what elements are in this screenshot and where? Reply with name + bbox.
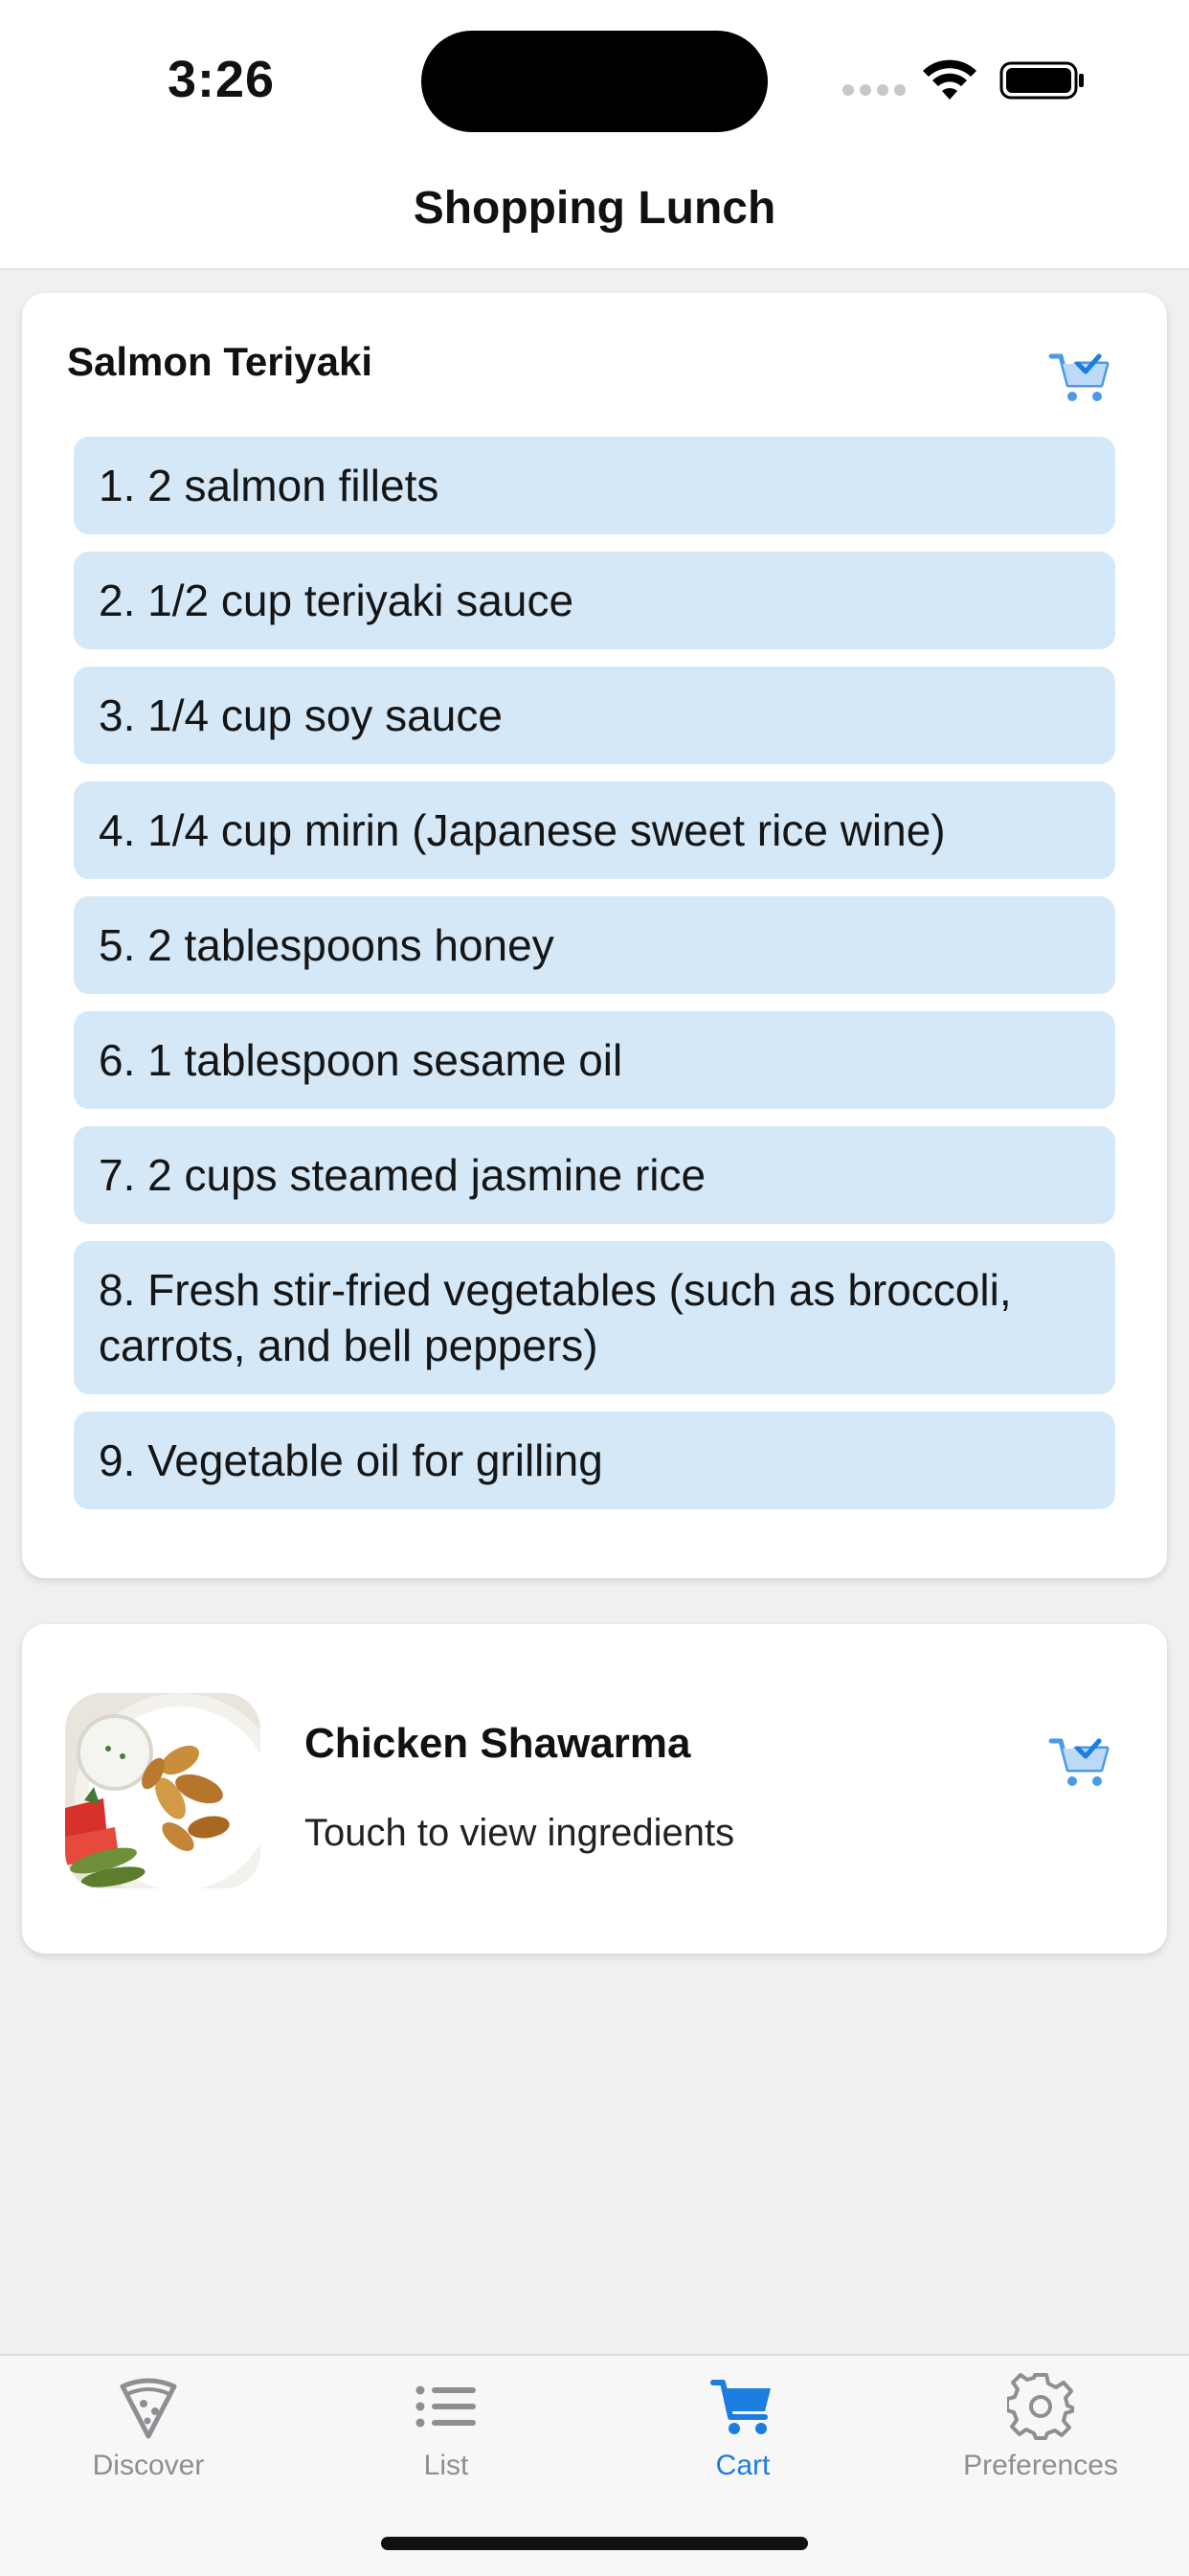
tab-label: Discover xyxy=(92,2450,205,2481)
recipe-subtitle: Touch to view ingredients xyxy=(304,1812,735,1854)
recipe-card-salmon-teriyaki[interactable]: Salmon Teriyaki 1. 2 salmon fillets 2. 1… xyxy=(22,293,1167,1578)
list-icon xyxy=(415,2385,476,2428)
ingredient-list: 1. 2 salmon fillets 2. 1/2 cup teriyaki … xyxy=(74,437,1115,1526)
battery-icon xyxy=(999,61,1084,100)
ingredient-item[interactable]: 5. 2 tablespoons honey xyxy=(74,896,1115,994)
tab-list[interactable]: List xyxy=(322,2373,571,2482)
status-time: 3:26 xyxy=(168,51,276,108)
ingredient-item[interactable]: 7. 2 cups steamed jasmine rice xyxy=(74,1126,1115,1224)
tab-label: List xyxy=(423,2450,469,2481)
ingredient-item[interactable]: 1. 2 salmon fillets xyxy=(74,437,1115,534)
dynamic-island xyxy=(421,31,768,132)
wifi-icon xyxy=(923,59,976,100)
tab-label: Preferences xyxy=(963,2450,1118,2481)
recipe-title: Salmon Teriyaki xyxy=(67,339,373,384)
recipe-thumbnail xyxy=(65,1693,260,1888)
signal-icon xyxy=(842,84,908,100)
recipe-card-chicken-shawarma[interactable]: Chicken Shawarma Touch to view ingredien… xyxy=(22,1624,1167,1954)
status-bar: 3:26 xyxy=(0,0,1189,153)
home-indicator[interactable] xyxy=(381,2537,808,2550)
pizza-slice-icon xyxy=(120,2378,177,2439)
nav-header: Shopping Lunch xyxy=(0,153,1189,270)
tab-preferences[interactable]: Preferences xyxy=(916,2373,1165,2482)
page-title: Shopping Lunch xyxy=(413,183,776,234)
gear-icon xyxy=(1007,2373,1074,2440)
ingredient-item[interactable]: 4. 1/4 cup mirin (Japanese sweet rice wi… xyxy=(74,781,1115,879)
cart-check-icon[interactable] xyxy=(1047,347,1112,404)
ingredient-item[interactable]: 8. Fresh stir-fried vegetables (such as … xyxy=(74,1241,1115,1394)
ingredient-item[interactable]: 9. Vegetable oil for grilling xyxy=(74,1412,1115,1509)
cart-check-icon[interactable] xyxy=(1047,1731,1112,1789)
tab-discover[interactable]: Discover xyxy=(24,2373,273,2482)
tab-label: Cart xyxy=(715,2450,771,2481)
ingredient-item[interactable]: 2. 1/2 cup teriyaki sauce xyxy=(74,552,1115,649)
ingredient-item[interactable]: 6. 1 tablespoon sesame oil xyxy=(74,1011,1115,1109)
ingredient-item[interactable]: 3. 1/4 cup soy sauce xyxy=(74,667,1115,764)
cart-icon xyxy=(710,2380,771,2434)
tab-cart[interactable]: Cart xyxy=(618,2373,867,2482)
recipe-title: Chicken Shawarma xyxy=(304,1720,691,1767)
